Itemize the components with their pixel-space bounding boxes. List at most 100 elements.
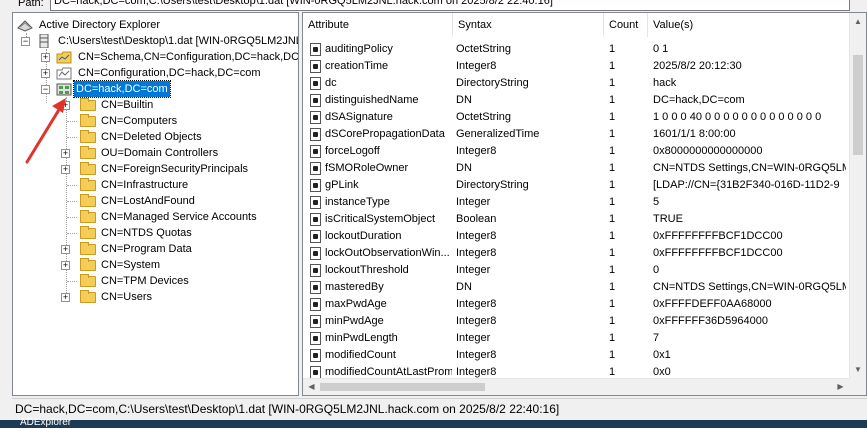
expand-icon[interactable]: + [61,261,70,270]
attribute-syntax: OctetString [456,111,512,123]
expand-icon[interactable]: + [61,165,70,174]
scroll-left-icon[interactable]: ◀ [303,379,320,395]
table-row[interactable]: lockoutThreshold Integer 1 0 [303,262,866,279]
tree-child-node[interactable]: + OU=Domain Controllers [61,145,298,161]
tree-file-node[interactable]: − C:\Users\test\Desktop\1.dat [WIN-0RGQ5… [21,33,298,49]
tree-pane[interactable]: Active Directory Explorer − C:\Users\tes… [12,12,299,396]
table-row[interactable]: lockOutObservationWin... Integer8 1 0xFFFFF… [303,245,866,262]
attribute-count: 1 [609,213,616,225]
attribute-syntax: Integer [456,264,491,276]
horizontal-scroll-thumb[interactable] [320,383,485,391]
attribute-count: 1 [609,247,616,259]
tree-child-node[interactable]: CN=Infrastructure [61,177,298,193]
table-row[interactable]: maxPwdAge Integer8 1 0xFFFFDEFF0AA68000 [303,296,866,313]
tree-child-node[interactable]: CN=TPM Devices [61,273,298,289]
path-bar: Path: DC=hack,DC=com,C:\Users\test\Deskt… [0,0,867,12]
vertical-scroll-thumb[interactable] [853,55,863,155]
attribute-syntax: DN [456,162,472,174]
tree-child-node[interactable]: + CN=Builtin [61,97,298,113]
table-row[interactable]: masteredBy DN 1 CN=NTDS Settings,CN=WIN-0RG… [303,279,866,296]
tree-root[interactable]: Active Directory Explorer [17,17,297,33]
column-header-syntax[interactable]: Syntax [453,13,604,37]
table-row[interactable]: modifiedCount Integer8 1 0x1 [303,347,866,364]
vertical-scrollbar[interactable]: ▲ ▼ [849,13,866,395]
attribute-count: 1 [609,94,616,106]
tree-node-label: CN=Configuration,DC=hack,DC=com [78,67,261,79]
tree-node-label: CN=TPM Devices [101,275,189,287]
attribute-name: auditingPolicy [325,43,393,55]
tree-node-schema[interactable]: + CN=Schema,CN=Configuration,DC=hack,DC [41,49,298,65]
table-row[interactable]: gPLink DirectoryString 1 [LDAP://CN={31B2F3… [303,177,866,194]
path-field[interactable]: DC=hack,DC=com,C:\Users\test\Desktop\1.d… [50,0,850,11]
attribute-count: 1 [609,315,616,327]
scroll-right-icon[interactable]: ▶ [832,379,849,395]
attribute-syntax: DN [456,281,472,293]
collapse-icon[interactable]: − [41,85,50,94]
table-row[interactable]: isCriticalSystemObject Boolean 1 TRUE [303,211,866,228]
table-row[interactable]: auditingPolicy OctetString 1 0 1 [303,41,866,58]
table-row[interactable]: distinguishedName DN 1 DC=hack,DC=com [303,92,866,109]
folder-icon [80,178,96,191]
tree-node-label: CN=NTDS Quotas [101,227,192,239]
table-row[interactable]: dSCorePropagationData GeneralizedTime 1 160… [303,126,866,143]
expand-icon[interactable]: + [61,293,70,302]
attribute-value: 1 0 0 0 40 0 0 0 0 0 0 0 0 0 0 0 0 0 [653,111,822,123]
attribute-count: 1 [609,128,616,140]
attribute-count: 1 [609,264,616,276]
attribute-value: 1601/1/1 8:00:00 [653,128,736,140]
tree-child-node[interactable]: CN=Computers [61,113,298,129]
expand-icon[interactable]: + [61,245,70,254]
tree-node-label: CN=System [101,259,160,271]
attribute-name: dSCorePropagationData [325,128,445,140]
scroll-down-icon[interactable]: ▼ [850,361,866,378]
tree-child-node[interactable]: CN=LostAndFound [61,193,298,209]
expand-icon[interactable]: + [41,69,50,78]
column-header-count[interactable]: Count [604,13,648,37]
table-row[interactable]: forceLogoff Integer8 1 0x8000000000000000 [303,143,866,160]
tree-node-configuration[interactable]: + CN=Configuration,DC=hack,DC=com [41,65,298,81]
tree-child-node[interactable]: CN=NTDS Quotas [61,225,298,241]
tree-child-node[interactable]: + CN=Users [61,289,298,305]
attribute-icon [310,315,321,328]
tree-child-node[interactable]: CN=Managed Service Accounts [61,209,298,225]
table-row[interactable]: creationTime Integer8 1 2025/8/2 20:12:30 [303,58,866,75]
table-row[interactable]: instanceType Integer 1 5 [303,194,866,211]
tree-node-label: CN=Builtin [101,99,154,111]
attribute-count: 1 [609,298,616,310]
expand-icon[interactable]: + [61,149,70,158]
column-header-attribute[interactable]: Attribute [303,13,453,37]
expand-icon[interactable]: + [41,53,50,62]
table-row[interactable]: dc DirectoryString 1 hack [303,75,866,92]
attribute-pane[interactable]: Attribute Syntax Count Value(s) auditing… [302,12,867,396]
table-row[interactable]: dSASignature OctetString 1 1 0 0 0 40 0 0 0… [303,109,866,126]
column-header-values[interactable]: Value(s) [648,13,849,37]
table-row[interactable]: fSMORoleOwner DN 1 CN=NTDS Settings,CN=WIN-… [303,160,866,177]
table-row[interactable]: minPwdAge Integer8 1 0xFFFFFF36D5964000 [303,313,866,330]
tree-child-node[interactable]: + CN=System [61,257,298,273]
attribute-name: lockoutThreshold [325,264,409,276]
attribute-name: isCriticalSystemObject [325,213,436,225]
attribute-syntax: Boolean [456,213,497,225]
table-row[interactable]: minPwdLength Integer 1 7 [303,330,866,347]
attribute-value: 5 [653,196,660,208]
configuration-icon [56,67,72,80]
table-row[interactable]: lockoutDuration Integer8 1 0xFFFFFFFFBCF1DC… [303,228,866,245]
attribute-syntax: OctetString [456,43,512,55]
attribute-value: 2025/8/2 20:12:30 [653,60,742,72]
tree-node-domain[interactable]: − DC=hack,DC=com [41,80,298,98]
taskbar: ADExplorer [0,417,867,428]
attribute-name: modifiedCount [325,349,396,361]
horizontal-scrollbar[interactable]: ◀ ▶ [303,378,849,395]
collapse-icon[interactable]: − [21,37,30,46]
tree-node-label: CN=Deleted Objects [101,131,202,143]
scroll-up-icon[interactable]: ▲ [850,13,866,30]
tree-child-node[interactable]: + CN=Program Data [61,241,298,257]
attribute-count: 1 [609,281,616,293]
attribute-syntax: Integer8 [456,315,497,327]
attribute-name: instanceType [325,196,390,208]
tree-child-node[interactable]: + CN=ForeignSecurityPrincipals [61,161,298,177]
tree-node-label: CN=Infrastructure [101,179,189,191]
expand-icon[interactable]: + [61,101,70,110]
attribute-syntax: Integer8 [456,349,497,361]
tree-child-node[interactable]: CN=Deleted Objects [61,129,298,145]
